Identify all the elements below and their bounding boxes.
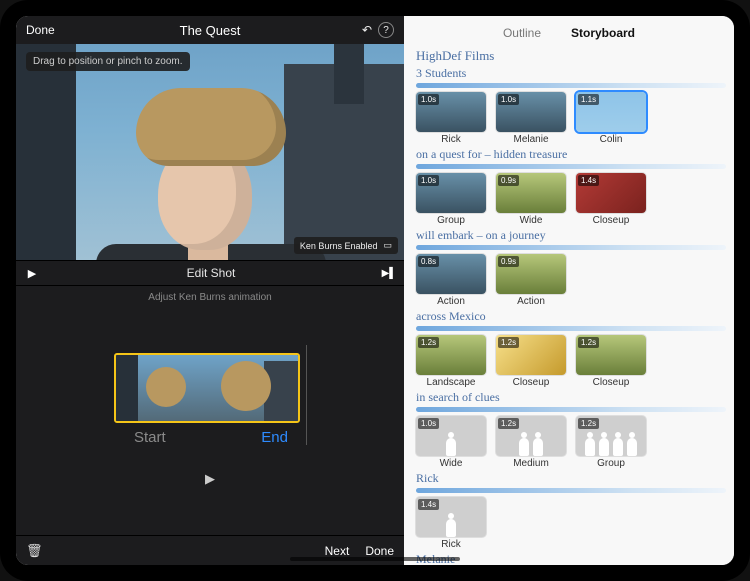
shot-thumb[interactable]: 1.1s [576, 92, 646, 132]
duration-badge: 1.2s [578, 337, 599, 348]
shot[interactable]: 1.2s Closeup [496, 335, 566, 388]
editor-panel: Done The Quest ↶ ? Drag to position or p… [16, 16, 404, 565]
ken-burns-frame[interactable] [114, 353, 300, 423]
group-divider [416, 407, 726, 412]
group-title: 3 Students [416, 66, 726, 81]
edit-hint: Adjust Ken Burns animation [16, 286, 404, 305]
shot-thumb[interactable]: 0.9s [496, 254, 566, 294]
shot[interactable]: 1.4s Rick [416, 497, 486, 550]
shot[interactable]: 1.0s Rick [416, 92, 486, 145]
shot-row: 1.0s Rick 1.0s Melanie 1.1s Colin [416, 92, 726, 145]
group-divider [416, 245, 726, 250]
duration-badge: 1.0s [498, 94, 519, 105]
shot-thumb[interactable]: 0.8s [416, 254, 486, 294]
group-title: in search of clues [416, 390, 726, 405]
group-title: across Mexico [416, 309, 726, 324]
shot-caption: Rick [416, 539, 486, 550]
trash-icon[interactable]: 🗑 [26, 543, 43, 559]
shot[interactable]: 1.0s Melanie [496, 92, 566, 145]
duration-badge: 1.0s [418, 94, 439, 105]
group-title: on a quest for – hidden treasure [416, 147, 726, 162]
shot-thumb[interactable]: 1.2s [576, 416, 646, 456]
kb-end-tab[interactable]: End [261, 429, 314, 446]
ken-burns-badge[interactable]: Ken Burns Enabled ▭ [294, 237, 398, 254]
shot-row: 1.2s Landscape 1.2s Closeup 1.2s Closeup [416, 335, 726, 388]
group-divider [416, 83, 726, 88]
shot[interactable]: 1.0s Wide [416, 416, 486, 469]
shot-row: 0.8s Action 0.9s Action [416, 254, 726, 307]
shot-caption: Landscape [416, 377, 486, 388]
shot-thumb[interactable]: 1.0s [416, 92, 486, 132]
shot[interactable]: 1.0s Group [416, 173, 486, 226]
shot[interactable]: 1.1s Colin [576, 92, 646, 145]
shot-caption: Colin [576, 134, 646, 145]
duration-badge: 1.1s [578, 94, 599, 105]
group-divider [416, 326, 726, 331]
shot-thumb[interactable]: 1.0s [496, 92, 566, 132]
kb-start-tab[interactable]: Start [114, 429, 166, 446]
shot-caption: Rick [416, 134, 486, 145]
shot-caption: Medium [496, 458, 566, 469]
shot-thumb[interactable]: 1.2s [496, 335, 566, 375]
shot[interactable]: 1.2s Medium [496, 416, 566, 469]
shot-thumb[interactable]: 1.2s [496, 416, 566, 456]
tab-outline[interactable]: Outline [503, 26, 541, 40]
shot-thumb[interactable]: 1.0s [416, 416, 486, 456]
group-title: Melanie [416, 552, 726, 565]
shot-thumb[interactable]: 1.2s [416, 335, 486, 375]
shot[interactable]: 1.2s Landscape [416, 335, 486, 388]
shot[interactable]: 1.2s Group [576, 416, 646, 469]
group-divider [416, 164, 726, 169]
project-title: The Quest [16, 23, 404, 38]
preview-hint: Drag to position or pinch to zoom. [26, 52, 190, 71]
duration-badge: 0.9s [498, 175, 519, 186]
shot-caption: Action [496, 296, 566, 307]
group-divider [416, 488, 726, 493]
tab-storyboard[interactable]: Storyboard [571, 26, 635, 40]
shot-caption: Group [416, 215, 486, 226]
shot-caption: Group [576, 458, 646, 469]
duration-badge: 1.0s [418, 175, 439, 186]
shot[interactable]: 1.2s Closeup [576, 335, 646, 388]
shot-thumb[interactable]: 1.4s [416, 497, 486, 537]
shot-row: 1.4s Rick [416, 497, 726, 550]
done-bottom-button[interactable]: Done [365, 544, 394, 558]
duration-badge: 0.9s [498, 256, 519, 267]
duration-badge: 1.2s [418, 337, 439, 348]
shot-caption: Closeup [496, 377, 566, 388]
group-title: will embark – on a journey [416, 228, 726, 243]
story-heading: HighDef Films [416, 48, 726, 64]
edit-shot-title: Edit Shot [48, 266, 374, 280]
shot-thumb[interactable]: 0.9s [496, 173, 566, 213]
shot-caption: Wide [496, 215, 566, 226]
shot[interactable]: 0.9s Wide [496, 173, 566, 226]
shot-thumb[interactable]: 1.4s [576, 173, 646, 213]
shot-row: 1.0s Group 0.9s Wide 1.4s Closeup [416, 173, 726, 226]
preview-viewer[interactable]: Drag to position or pinch to zoom. Ken B… [16, 44, 404, 260]
shot-thumb[interactable]: 1.0s [416, 173, 486, 213]
duration-badge: 1.2s [498, 337, 519, 348]
shot-caption: Wide [416, 458, 486, 469]
shot[interactable]: 0.8s Action [416, 254, 486, 307]
shot[interactable]: 1.4s Closeup [576, 173, 646, 226]
shot-caption: Action [416, 296, 486, 307]
kb-play-button[interactable]: ▶ [205, 471, 215, 487]
shot-caption: Melanie [496, 134, 566, 145]
shot-caption: Closeup [576, 377, 646, 388]
ken-burns-icon: ▭ [383, 240, 392, 251]
pip-icon[interactable]: ▶▌ [374, 268, 404, 279]
group-title: Rick [416, 471, 726, 486]
duration-badge: 1.4s [578, 175, 599, 186]
duration-badge: 0.8s [418, 256, 439, 267]
next-button[interactable]: Next [325, 544, 350, 558]
play-button[interactable]: ▶ [16, 267, 48, 280]
shot-row: 1.0s Wide 1.2s Medium 1.2s Group [416, 416, 726, 469]
shot-caption: Closeup [576, 215, 646, 226]
shot[interactable]: 0.9s Action [496, 254, 566, 307]
storyboard-scroll[interactable]: HighDef Films 3 Students 1.0s Rick 1.0s Mela… [404, 44, 734, 565]
storyboard-panel: Outline Storyboard HighDef Films 3 Stude… [404, 16, 734, 565]
ken-burns-editor[interactable]: Start End ▶ [16, 305, 404, 535]
shot-thumb[interactable]: 1.2s [576, 335, 646, 375]
home-indicator [290, 557, 460, 561]
